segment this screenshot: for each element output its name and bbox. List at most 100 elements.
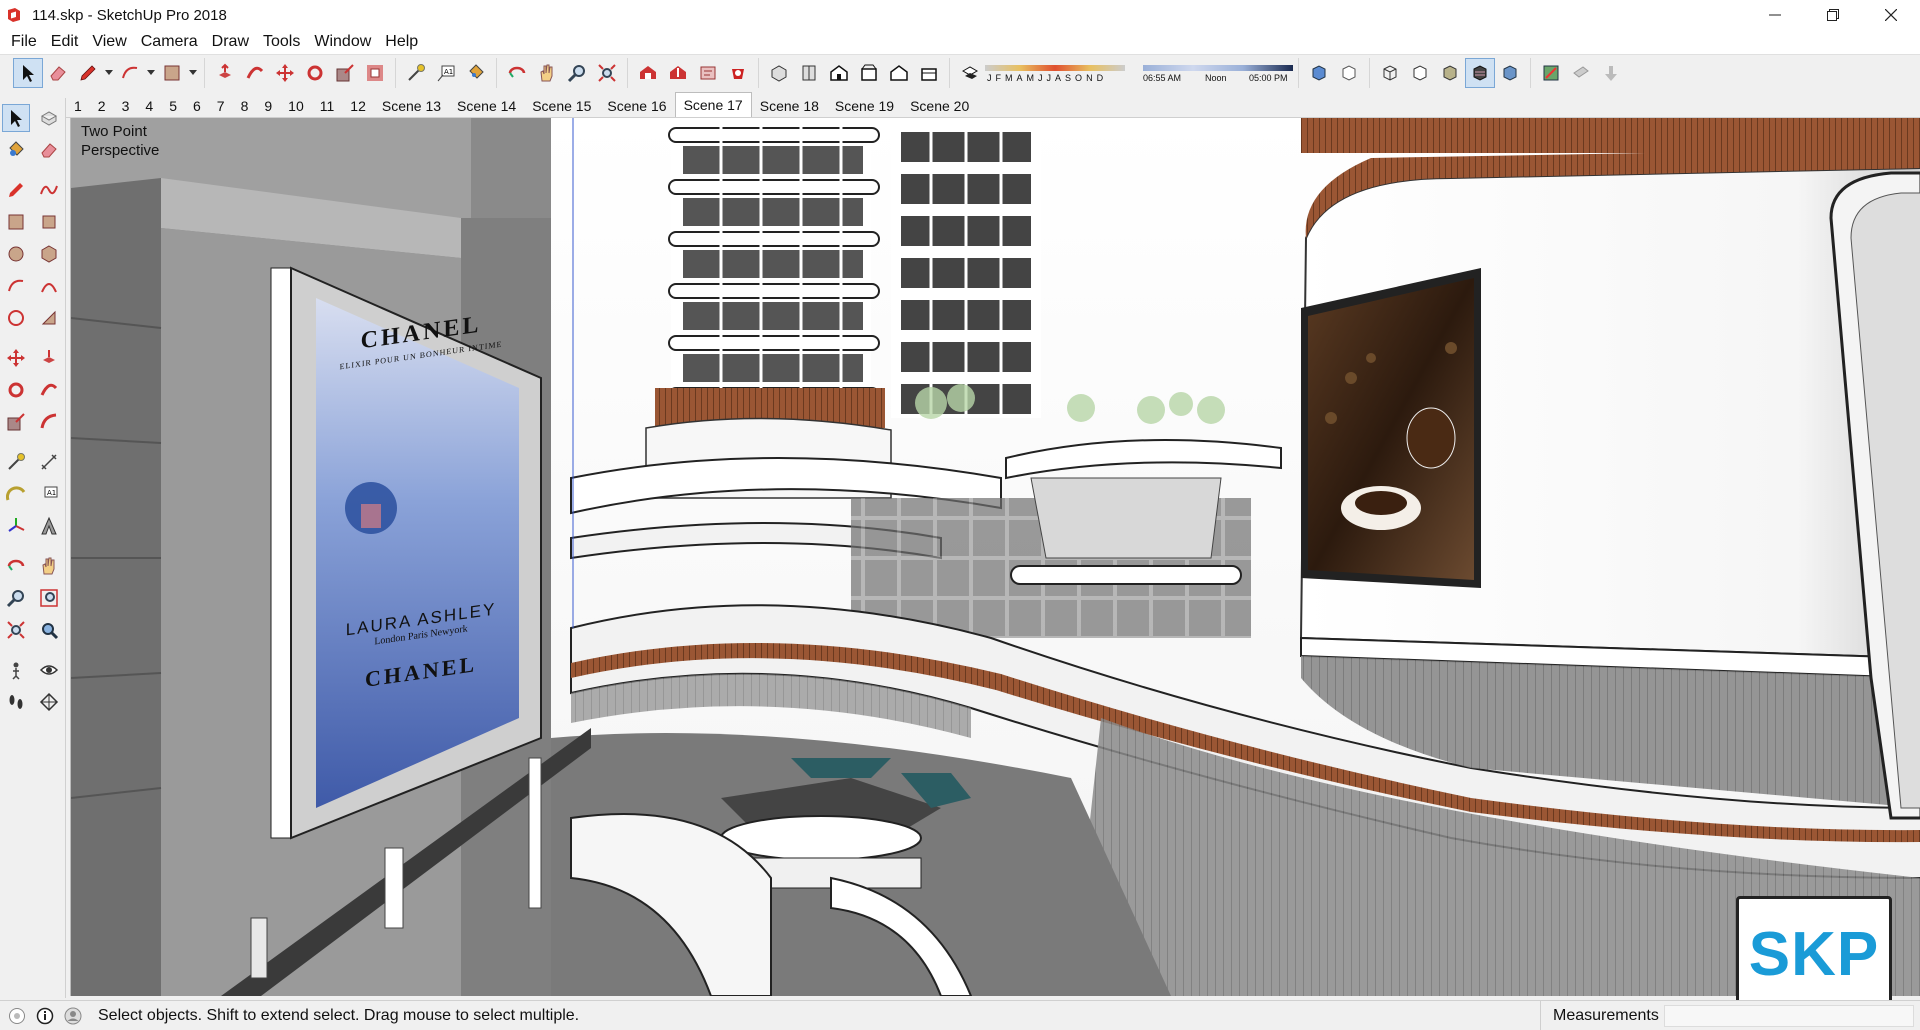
rectangle-tool-button[interactable] (157, 58, 187, 88)
back-view-button[interactable] (884, 58, 914, 88)
tape-measure-left[interactable] (2, 448, 30, 476)
tape-measure-button[interactable] (401, 58, 431, 88)
follow-me-button[interactable] (240, 58, 270, 88)
scene-tab[interactable]: Scene 13 (374, 95, 449, 117)
three-point-arc-left[interactable] (2, 304, 30, 332)
scene-tab[interactable]: 9 (256, 95, 280, 117)
two-point-arc-left[interactable] (35, 272, 63, 300)
line-tool-dropdown[interactable] (103, 58, 115, 88)
scene-tab[interactable]: 3 (114, 95, 138, 117)
zoom-window-left[interactable] (35, 584, 63, 612)
scene-tab[interactable]: 12 (342, 95, 374, 117)
scene-tab[interactable]: Scene 19 (827, 95, 902, 117)
menu-view[interactable]: View (85, 30, 133, 54)
display-section-button[interactable] (1566, 58, 1596, 88)
make-component-button[interactable] (35, 104, 63, 132)
walk-left[interactable] (2, 688, 30, 716)
menu-tools[interactable]: Tools (256, 30, 307, 54)
geo-location-button[interactable] (6, 1005, 28, 1027)
front-view-button[interactable] (824, 58, 854, 88)
3d-text-left[interactable] (35, 512, 63, 540)
scene-tab[interactable]: 8 (233, 95, 257, 117)
dimension-left[interactable] (35, 448, 63, 476)
text-tool-button[interactable]: A1 (431, 58, 461, 88)
shaded-button[interactable] (1435, 58, 1465, 88)
menu-edit[interactable]: Edit (44, 30, 86, 54)
monochrome-button[interactable] (1495, 58, 1525, 88)
orbit-left[interactable] (2, 552, 30, 580)
move-left[interactable] (2, 344, 30, 372)
scene-tab[interactable]: Scene 20 (902, 95, 977, 117)
eraser-tool-button[interactable] (43, 58, 73, 88)
model-viewport[interactable]: CHANEL ELIXIR POUR UN BONHEUR INTIME LAU… (70, 118, 1920, 996)
shadow-month-slider[interactable]: J F M A M J J A S O N D (985, 62, 1125, 84)
offset-button[interactable] (360, 58, 390, 88)
axes-left[interactable] (2, 512, 30, 540)
scene-tab[interactable]: Scene 16 (599, 95, 674, 117)
section-plane-left[interactable] (35, 688, 63, 716)
rotate-button[interactable] (300, 58, 330, 88)
rectangle-left[interactable] (2, 208, 30, 236)
paint-bucket-left[interactable] (2, 136, 30, 164)
scene-tab[interactable]: 4 (137, 95, 161, 117)
shadows-toggle-button[interactable] (955, 58, 985, 88)
scene-tab[interactable]: 2 (90, 95, 114, 117)
pan-left[interactable] (35, 552, 63, 580)
orbit-button[interactable] (502, 58, 532, 88)
follow-me-left[interactable] (35, 376, 63, 404)
position-camera-left[interactable] (2, 656, 30, 684)
scene-tab[interactable]: 10 (280, 95, 312, 117)
offset-left[interactable] (35, 408, 63, 436)
push-pull-left[interactable] (35, 344, 63, 372)
zoom-extents-left[interactable] (2, 616, 30, 644)
zoom-left[interactable] (2, 584, 30, 612)
pan-button[interactable] (532, 58, 562, 88)
right-view-button[interactable] (854, 58, 884, 88)
menu-window[interactable]: Window (307, 30, 378, 54)
xray-style-button[interactable] (1304, 58, 1334, 88)
scene-tab[interactable]: 11 (312, 95, 343, 117)
account-button[interactable] (62, 1005, 84, 1027)
move-button[interactable] (270, 58, 300, 88)
share-model-button[interactable] (663, 58, 693, 88)
scene-tab[interactable]: Scene 15 (524, 95, 599, 117)
scene-tab[interactable]: Scene 14 (449, 95, 524, 117)
eraser-left[interactable] (35, 136, 63, 164)
rotated-rectangle-left[interactable] (35, 208, 63, 236)
top-view-button[interactable] (794, 58, 824, 88)
minimize-button[interactable] (1746, 0, 1804, 30)
pie-left[interactable] (35, 304, 63, 332)
arc-tool-dropdown[interactable] (145, 58, 157, 88)
scene-tab[interactable]: 7 (209, 95, 233, 117)
scene-tab[interactable]: 5 (161, 95, 185, 117)
hidden-line-button[interactable] (1405, 58, 1435, 88)
extension-warehouse-button[interactable] (723, 58, 753, 88)
shadow-time-slider[interactable]: 06:55 AM Noon 05:00 PM (1143, 62, 1293, 84)
iso-view-button[interactable] (764, 58, 794, 88)
rotate-left[interactable] (2, 376, 30, 404)
wireframe-button[interactable] (1375, 58, 1405, 88)
arc-tool-button[interactable] (115, 58, 145, 88)
select-tool-button[interactable] (13, 57, 43, 88)
arc-left[interactable] (2, 272, 30, 300)
warehouse-button[interactable] (633, 58, 663, 88)
line-tool-button[interactable] (73, 58, 103, 88)
credits-button[interactable] (34, 1005, 56, 1027)
menu-help[interactable]: Help (378, 30, 425, 54)
text-left[interactable]: A1 (35, 480, 63, 508)
scene-tab-active[interactable]: Scene 17 (674, 92, 752, 117)
paint-bucket-button[interactable] (461, 58, 491, 88)
look-around-left[interactable] (35, 656, 63, 684)
line-left[interactable] (2, 176, 30, 204)
shaded-textures-button[interactable] (1465, 57, 1495, 88)
menu-camera[interactable]: Camera (134, 30, 205, 54)
scene-tab[interactable]: 1 (66, 95, 90, 117)
zoom-extents-button[interactable] (592, 58, 622, 88)
close-button[interactable] (1862, 0, 1920, 30)
shape-tool-dropdown[interactable] (187, 58, 199, 88)
zoom-button[interactable] (562, 58, 592, 88)
polygon-left[interactable] (35, 240, 63, 268)
section-cut-button[interactable] (1596, 58, 1626, 88)
scale-left[interactable] (2, 408, 30, 436)
menu-file[interactable]: File (4, 30, 44, 54)
